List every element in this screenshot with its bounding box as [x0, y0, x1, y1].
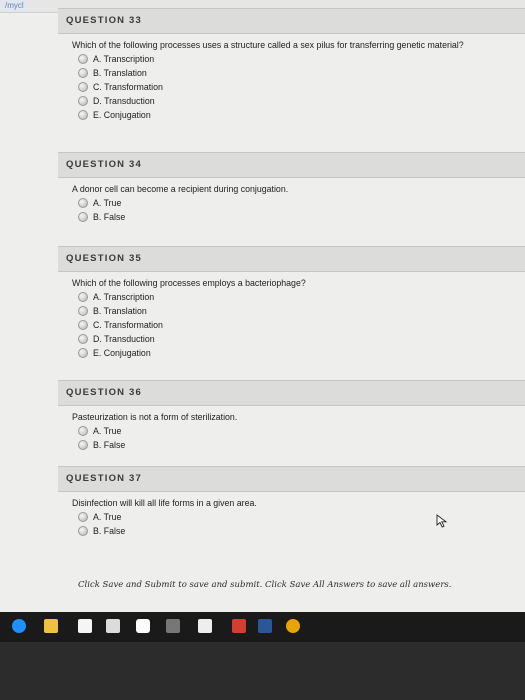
taskbar — [0, 612, 525, 642]
explorer-icon[interactable] — [44, 619, 58, 633]
question-text: A donor cell can become a recipient duri… — [72, 184, 289, 194]
radio-button[interactable] — [78, 512, 88, 522]
radio-button[interactable] — [78, 292, 88, 302]
option-label: E. Conjugation — [93, 110, 151, 120]
option-false[interactable]: B. False — [78, 438, 525, 452]
option-a[interactable]: A. Transcription — [78, 290, 525, 304]
radio-button[interactable] — [78, 426, 88, 436]
question-header: QUESTION 35 — [58, 246, 525, 272]
option-label: D. Transduction — [93, 96, 155, 106]
option-e[interactable]: E. Conjugation — [78, 346, 525, 360]
photos-icon[interactable] — [232, 619, 246, 633]
question-text: Disinfection will kill all life forms in… — [72, 498, 257, 508]
question-header: QUESTION 33 — [58, 8, 525, 34]
question-text: Which of the following processes uses a … — [72, 40, 464, 50]
radio-button[interactable] — [78, 198, 88, 208]
mouse-cursor-icon — [436, 514, 448, 528]
radio-button[interactable] — [78, 334, 88, 344]
option-label: B. Translation — [93, 306, 147, 316]
radio-button[interactable] — [78, 526, 88, 536]
question-36: QUESTION 36 Pasteurization is not a form… — [58, 380, 525, 452]
option-label: A. Transcription — [93, 54, 155, 64]
question-text: Which of the following processes employs… — [72, 278, 306, 288]
option-label: B. False — [93, 526, 126, 536]
question-text: Pasteurization is not a form of steriliz… — [72, 412, 238, 422]
chrome-icon[interactable] — [286, 619, 300, 633]
option-d[interactable]: D. Transduction — [78, 94, 525, 108]
option-e[interactable]: E. Conjugation — [78, 108, 525, 122]
question-35: QUESTION 35 Which of the following proce… — [58, 246, 525, 360]
submit-instructions: Click Save and Submit to save and submit… — [78, 580, 452, 590]
option-b[interactable]: B. Translation — [78, 304, 525, 318]
option-b[interactable]: B. Translation — [78, 66, 525, 80]
radio-button[interactable] — [78, 68, 88, 78]
store-icon[interactable] — [78, 619, 92, 633]
radio-button[interactable] — [78, 54, 88, 64]
option-a[interactable]: A. Transcription — [78, 52, 525, 66]
option-label: A. True — [93, 426, 122, 436]
option-label: E. Conjugation — [93, 348, 151, 358]
radio-button[interactable] — [78, 306, 88, 316]
question-33: QUESTION 33 Which of the following proce… — [58, 8, 525, 122]
option-label: B. False — [93, 212, 126, 222]
question-37: QUESTION 37 Disinfection will kill all l… — [58, 466, 525, 538]
radio-button[interactable] — [78, 82, 88, 92]
question-header: QUESTION 36 — [58, 380, 525, 406]
question-header: QUESTION 34 — [58, 152, 525, 178]
radio-button[interactable] — [78, 320, 88, 330]
radio-button[interactable] — [78, 212, 88, 222]
option-true[interactable]: A. True — [78, 196, 525, 210]
monitor-bezel — [0, 642, 525, 700]
option-label: A. True — [93, 198, 122, 208]
radio-button[interactable] — [78, 440, 88, 450]
option-label: D. Transduction — [93, 334, 155, 344]
option-c[interactable]: C. Transformation — [78, 80, 525, 94]
option-false[interactable]: B. False — [78, 524, 525, 538]
option-false[interactable]: B. False — [78, 210, 525, 224]
option-label: A. True — [93, 512, 122, 522]
browser-page: /mycl QUESTION 33 Which of the following… — [0, 0, 525, 612]
url-text[interactable]: /mycl — [2, 0, 27, 11]
amazon-icon[interactable] — [106, 619, 120, 633]
option-d[interactable]: D. Transduction — [78, 332, 525, 346]
radio-button[interactable] — [78, 96, 88, 106]
option-true[interactable]: A. True — [78, 510, 525, 524]
radio-button[interactable] — [78, 110, 88, 120]
dropbox-icon[interactable] — [136, 619, 150, 633]
edge-icon[interactable] — [12, 619, 26, 633]
option-label: A. Transcription — [93, 292, 155, 302]
question-34: QUESTION 34 A donor cell can become a re… — [58, 152, 525, 224]
option-label: C. Transformation — [93, 320, 163, 330]
option-label: B. Translation — [93, 68, 147, 78]
mail-icon[interactable] — [198, 619, 212, 633]
option-c[interactable]: C. Transformation — [78, 318, 525, 332]
word-icon[interactable] — [258, 619, 272, 633]
option-label: C. Transformation — [93, 82, 163, 92]
radio-button[interactable] — [78, 348, 88, 358]
option-label: B. False — [93, 440, 126, 450]
option-true[interactable]: A. True — [78, 424, 525, 438]
link-icon[interactable] — [166, 619, 180, 633]
question-header: QUESTION 37 — [58, 466, 525, 492]
